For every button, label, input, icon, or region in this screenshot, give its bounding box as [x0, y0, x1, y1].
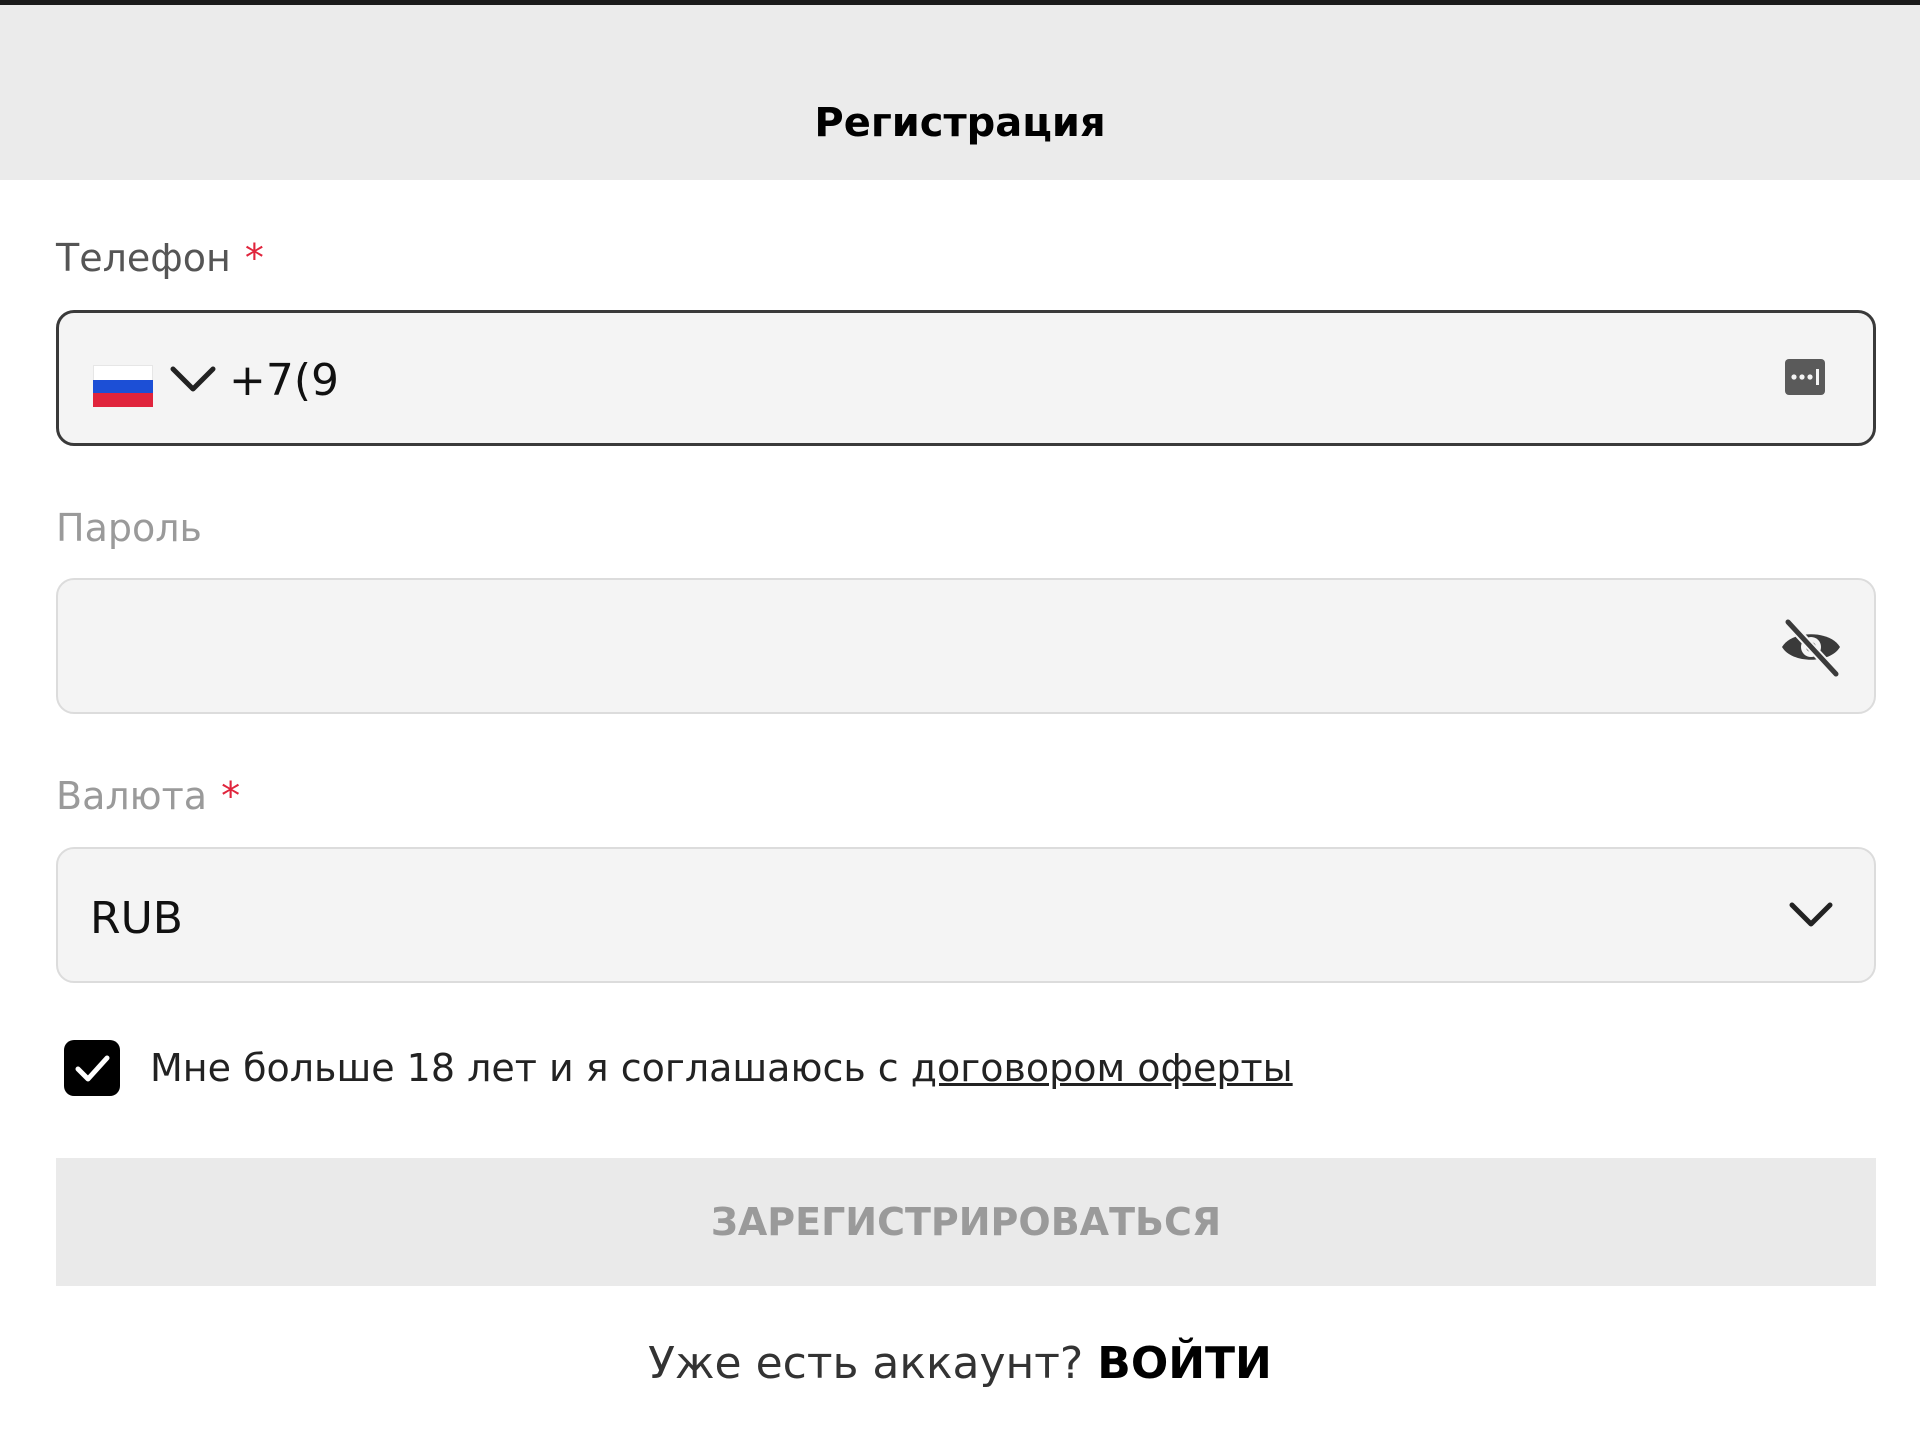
currency-selected-value: RUB: [90, 893, 183, 944]
password-label: Пароль: [56, 506, 202, 550]
password-input[interactable]: [90, 620, 1690, 676]
currency-select[interactable]: RUB: [56, 847, 1876, 983]
modal-header: Регистрация: [0, 5, 1920, 180]
checkmark-icon: [75, 1055, 110, 1082]
phone-input[interactable]: +7(9: [229, 355, 339, 406]
currency-label-text: Валюта: [56, 774, 208, 818]
register-button[interactable]: ЗАРЕГИСТРИРОВАТЬСЯ: [56, 1158, 1876, 1286]
required-mark: *: [244, 236, 264, 280]
required-mark: *: [221, 774, 241, 818]
login-prompt: Уже есть аккаунт? ВОЙТИ: [0, 1338, 1920, 1389]
consent-text: Мне больше 18 лет и я соглашаюсь с догов…: [150, 1046, 1293, 1090]
eye-off-icon[interactable]: [1778, 616, 1844, 678]
offer-agreement-link[interactable]: договором оферты: [911, 1046, 1293, 1090]
age-consent-checkbox[interactable]: [64, 1040, 120, 1096]
country-chevron-down-icon[interactable]: [167, 359, 219, 399]
russia-flag-icon[interactable]: [93, 365, 153, 408]
page-title: Регистрация: [814, 99, 1106, 146]
password-field[interactable]: [56, 578, 1876, 714]
chevron-down-icon[interactable]: [1786, 897, 1836, 933]
currency-label: Валюта *: [56, 774, 240, 818]
login-prompt-text: Уже есть аккаунт?: [648, 1338, 1098, 1389]
phone-field[interactable]: +7(9: [56, 310, 1876, 446]
consent-label: Мне больше 18 лет и я соглашаюсь с: [150, 1046, 911, 1090]
login-link[interactable]: ВОЙТИ: [1097, 1338, 1272, 1389]
autofill-icon[interactable]: [1783, 355, 1827, 399]
password-label-text: Пароль: [56, 506, 202, 550]
phone-label-text: Телефон: [56, 236, 231, 280]
phone-label: Телефон *: [56, 236, 264, 280]
